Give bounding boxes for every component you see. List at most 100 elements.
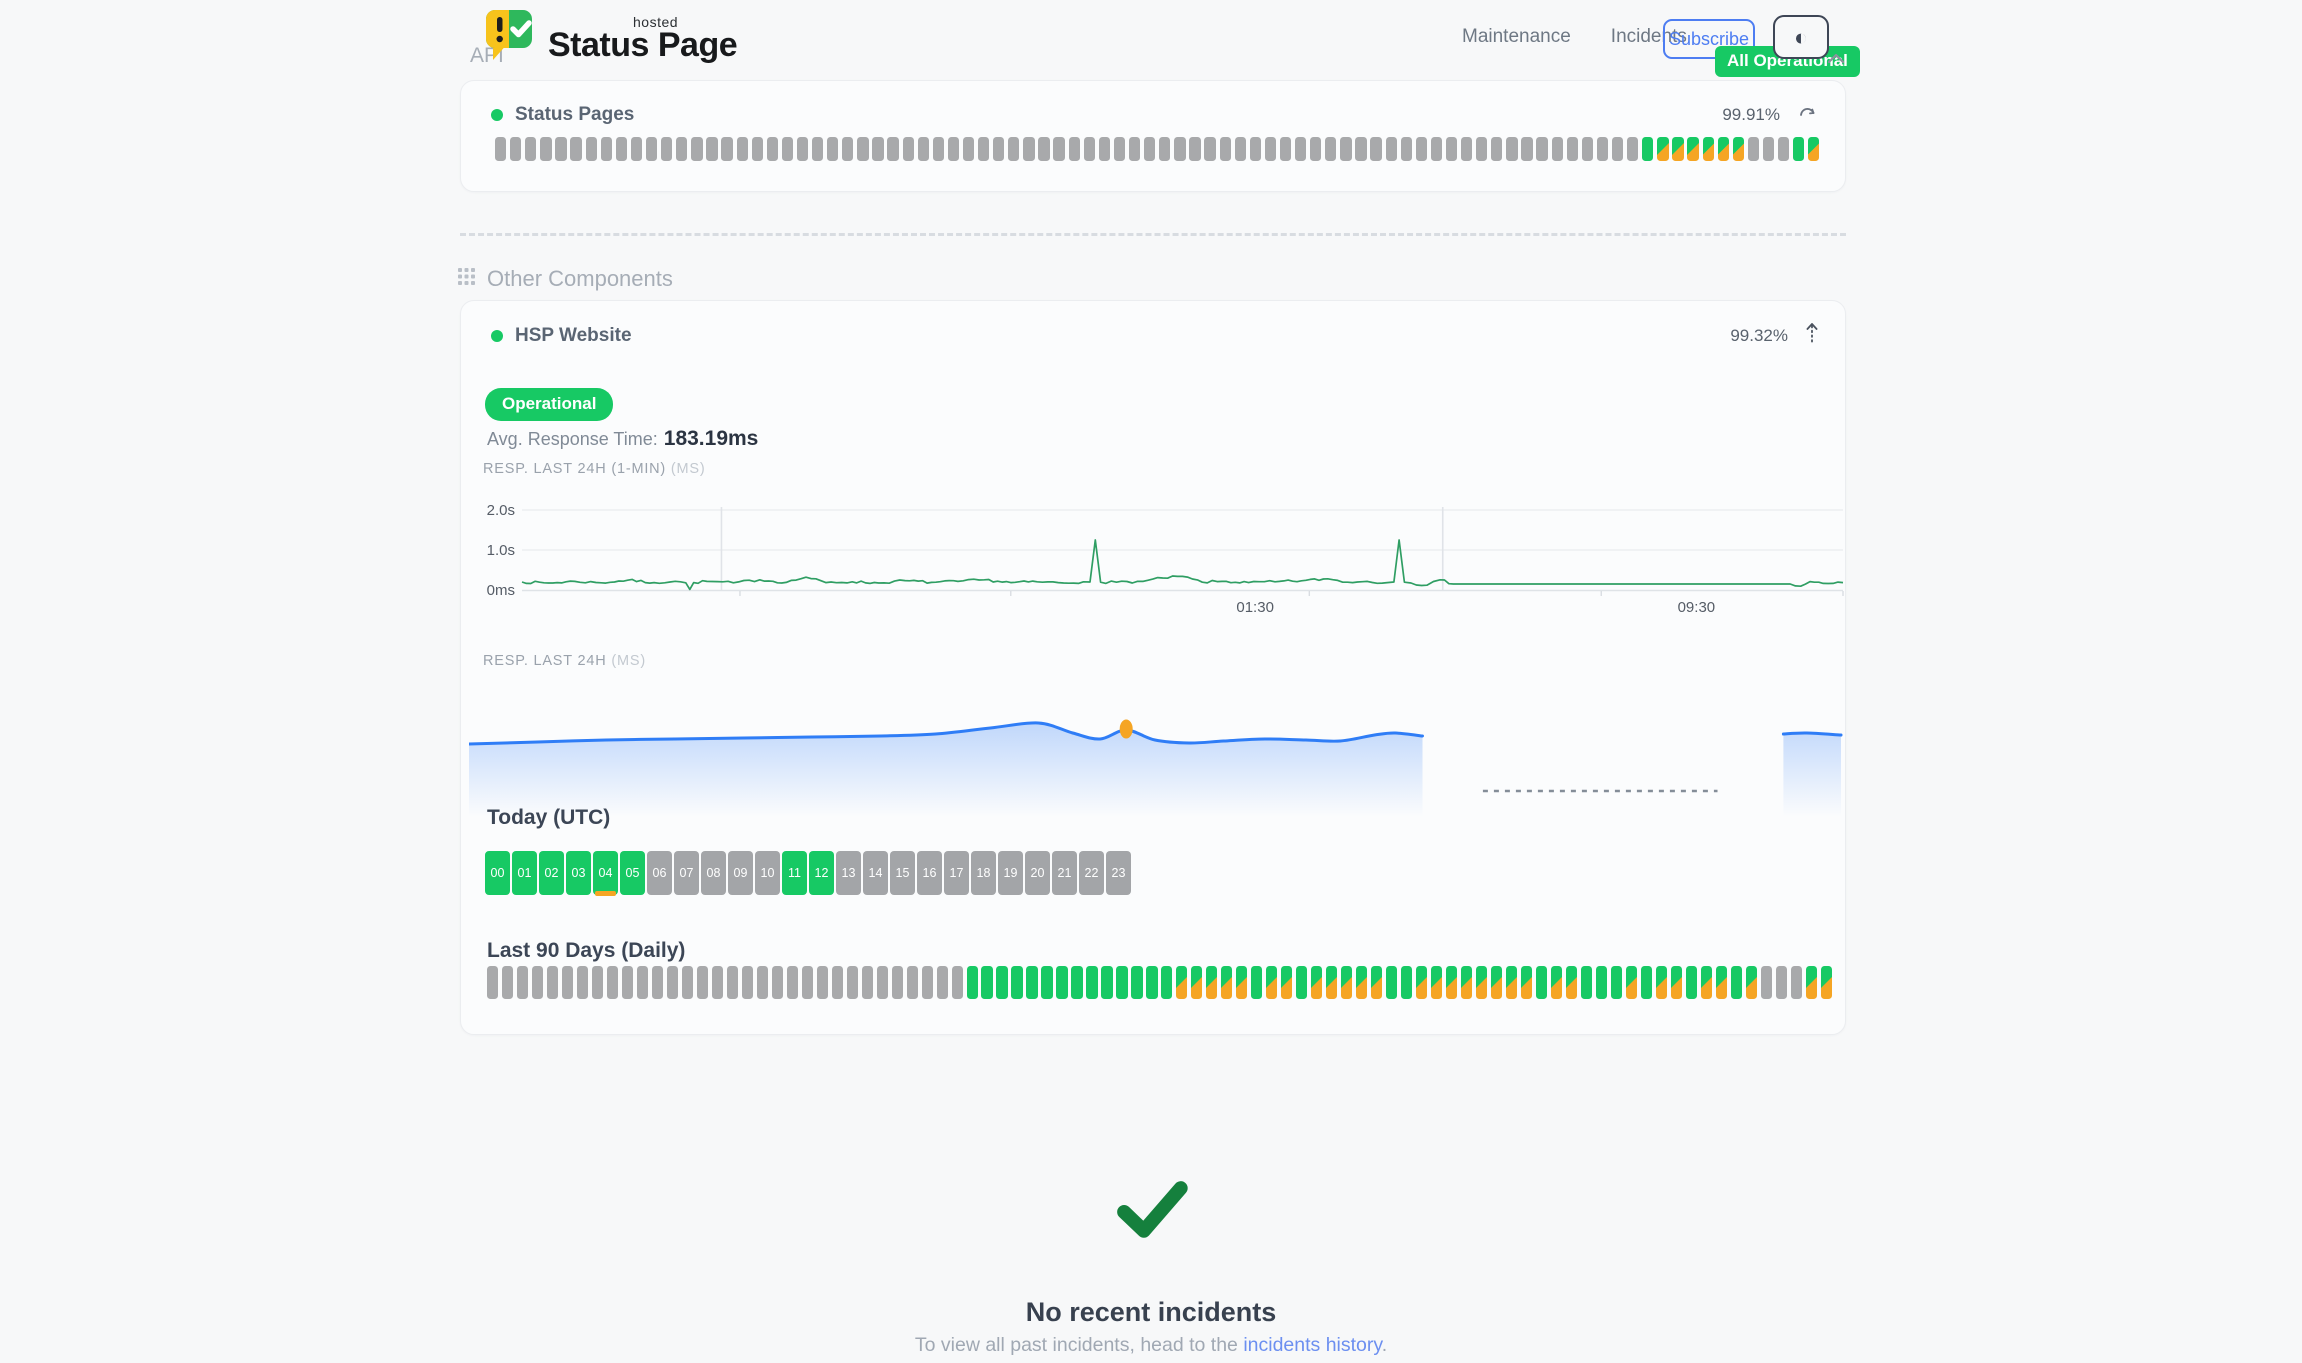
uptime-bar[interactable]	[517, 966, 528, 999]
hour-cell-12[interactable]: 12	[809, 851, 834, 895]
uptime-bar[interactable]	[1431, 966, 1442, 999]
uptime-bar[interactable]	[1326, 966, 1337, 999]
hour-cell-16[interactable]: 16	[917, 851, 942, 895]
uptime-bar[interactable]	[1461, 137, 1472, 161]
uptime-bar[interactable]	[1101, 966, 1112, 999]
uptime-bar[interactable]	[1582, 137, 1593, 161]
uptime-bar[interactable]	[1161, 966, 1172, 999]
brand[interactable]: Status Page hosted	[485, 8, 737, 73]
uptime-bar[interactable]	[1506, 137, 1517, 161]
uptime-bar[interactable]	[737, 137, 748, 161]
hour-cell-17[interactable]: 17	[944, 851, 969, 895]
uptime-bar[interactable]	[1627, 137, 1638, 161]
uptime-bar[interactable]	[797, 137, 808, 161]
uptime-bar[interactable]	[502, 966, 513, 999]
uptime-bar[interactable]	[1341, 966, 1352, 999]
uptime-bar[interactable]	[1642, 137, 1653, 161]
uptime-bar[interactable]	[1325, 137, 1336, 161]
refresh-icon[interactable]	[1797, 103, 1819, 126]
uptime-bar[interactable]	[682, 966, 693, 999]
hour-cell-20[interactable]: 20	[1025, 851, 1050, 895]
uptime-bar[interactable]	[1476, 137, 1487, 161]
uptime-bar[interactable]	[577, 966, 588, 999]
uptime-bar[interactable]	[607, 966, 618, 999]
uptime-bar[interactable]	[1521, 966, 1532, 999]
uptime-bar[interactable]	[1370, 137, 1381, 161]
hour-cell-01[interactable]: 01	[512, 851, 537, 895]
uptime-bar[interactable]	[1146, 966, 1157, 999]
hour-cell-05[interactable]: 05	[620, 851, 645, 895]
uptime-bar[interactable]	[586, 137, 597, 161]
uptime-bar[interactable]	[1086, 966, 1097, 999]
uptime-bar[interactable]	[948, 137, 959, 161]
uptime-bar[interactable]	[1189, 137, 1200, 161]
uptime-bar[interactable]	[646, 137, 657, 161]
uptime-bar[interactable]	[495, 137, 506, 161]
uptime-bar[interactable]	[1746, 966, 1757, 999]
uptime-bar[interactable]	[1174, 137, 1185, 161]
uptime-bar[interactable]	[1716, 966, 1727, 999]
uptime-bar[interactable]	[510, 137, 521, 161]
uptime-bar[interactable]	[1221, 966, 1232, 999]
uptime-bar[interactable]	[525, 137, 536, 161]
uptime-bar[interactable]	[1566, 966, 1577, 999]
chevron-up-icon[interactable]	[1826, 52, 1846, 71]
uptime-bar[interactable]	[676, 137, 687, 161]
uptime-bar[interactable]	[872, 137, 883, 161]
uptime-bar[interactable]	[1446, 137, 1457, 161]
uptime-bar[interactable]	[1476, 966, 1487, 999]
hour-cell-00[interactable]: 00	[485, 851, 510, 895]
uptime-bar[interactable]	[903, 137, 914, 161]
uptime-bar[interactable]	[1776, 966, 1787, 999]
uptime-bar[interactable]	[1371, 966, 1382, 999]
uptime-bar[interactable]	[661, 137, 672, 161]
hour-cell-04[interactable]: 04	[593, 851, 618, 895]
uptime-bar[interactable]	[1266, 966, 1277, 999]
uptime-bar[interactable]	[787, 966, 798, 999]
uptime-bar[interactable]	[847, 966, 858, 999]
uptime-bar[interactable]	[1191, 966, 1202, 999]
uptime-bar[interactable]	[1597, 137, 1608, 161]
uptime-bar[interactable]	[1552, 137, 1563, 161]
uptime-bar[interactable]	[1295, 137, 1306, 161]
uptime-bar[interactable]	[1116, 966, 1127, 999]
hour-cell-15[interactable]: 15	[890, 851, 915, 895]
uptime-bar[interactable]	[1206, 966, 1217, 999]
uptime-bar[interactable]	[1821, 966, 1832, 999]
uptime-bar[interactable]	[1008, 137, 1019, 161]
uptime-bar[interactable]	[1672, 137, 1683, 161]
uptime-bar[interactable]	[1626, 966, 1637, 999]
uptime-bar[interactable]	[1791, 966, 1802, 999]
hour-cell-02[interactable]: 02	[539, 851, 564, 895]
uptime-bar[interactable]	[1386, 966, 1397, 999]
uptime-bar[interactable]	[907, 966, 918, 999]
hour-cell-09[interactable]: 09	[728, 851, 753, 895]
uptime-bar[interactable]	[652, 966, 663, 999]
uptime-bar[interactable]	[691, 137, 702, 161]
response-time-line-chart[interactable]: 2.0s1.0s0ms01:3009:30	[469, 499, 1849, 624]
uptime-bar[interactable]	[1114, 137, 1125, 161]
uptime-bar[interactable]	[877, 966, 888, 999]
hour-cell-22[interactable]: 22	[1079, 851, 1104, 895]
uptime-bar[interactable]	[1204, 137, 1215, 161]
uptime-bar[interactable]	[1236, 966, 1247, 999]
uptime-bar[interactable]	[1567, 137, 1578, 161]
uptime-bar[interactable]	[622, 966, 633, 999]
uptime-bar[interactable]	[817, 966, 828, 999]
uptime-bar[interactable]	[1310, 137, 1321, 161]
uptime-bar[interactable]	[637, 966, 648, 999]
uptime-bar[interactable]	[547, 966, 558, 999]
uptime-bar[interactable]	[937, 966, 948, 999]
uptime-bar[interactable]	[1536, 137, 1547, 161]
uptime-bar[interactable]	[996, 966, 1007, 999]
hour-cell-07[interactable]: 07	[674, 851, 699, 895]
uptime-bar[interactable]	[1281, 966, 1292, 999]
nav-maintenance[interactable]: Maintenance	[1462, 26, 1571, 48]
uptime-bar[interactable]	[631, 137, 642, 161]
hour-cell-10[interactable]: 10	[755, 851, 780, 895]
uptime-bar[interactable]	[933, 137, 944, 161]
uptime-bar[interactable]	[1656, 966, 1667, 999]
uptime-bar[interactable]	[592, 966, 603, 999]
uptime-bar[interactable]	[570, 137, 581, 161]
uptime-bar[interactable]	[1084, 137, 1095, 161]
